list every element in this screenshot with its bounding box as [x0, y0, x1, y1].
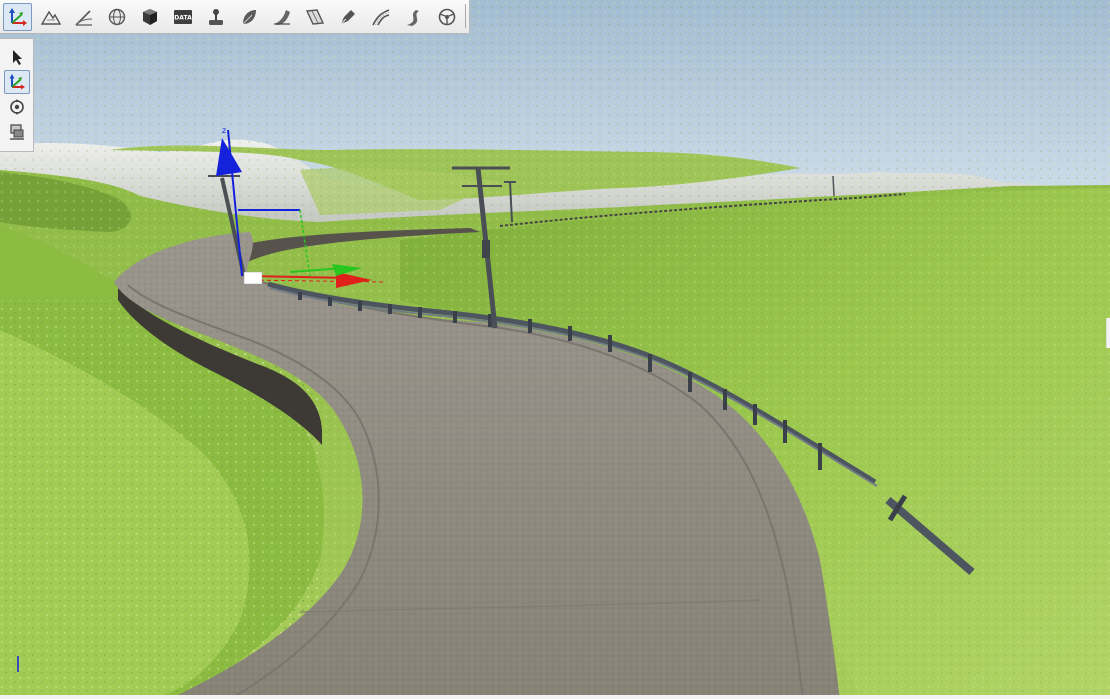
pen-icon [340, 9, 355, 24]
toolbar-move-gizmo-button[interactable] [3, 2, 32, 31]
toolbar-joystick-button[interactable] [201, 3, 230, 31]
side-rotate-gizmo-button[interactable] [4, 95, 30, 119]
scene-viewport[interactable]: z [0, 0, 1110, 699]
toolbar-curve-road-button[interactable] [366, 3, 395, 31]
side-scale-gizmo-button[interactable] [4, 120, 30, 144]
toolbar-bridge-button[interactable] [300, 3, 329, 31]
toolbar-cube-button[interactable] [135, 3, 164, 31]
side-move-gizmo-button[interactable] [3, 70, 30, 94]
s-curve-icon [406, 9, 419, 26]
right-panel-edge[interactable] [1106, 318, 1110, 348]
toolbar-terrain-button[interactable] [36, 3, 65, 31]
scene-render: z [0, 0, 1110, 699]
toolbar-leaf-button[interactable] [234, 3, 263, 31]
toolbar-road-edit-button[interactable] [69, 3, 98, 31]
joystick-icon [208, 8, 223, 25]
side-toolbar [0, 38, 34, 152]
main-toolbar: DATA [0, 0, 470, 34]
data-icon: DATA [173, 9, 192, 24]
ramp-icon [273, 9, 290, 25]
move-gizmo-icon [8, 7, 27, 26]
rotate-gizmo-icon [9, 99, 24, 115]
toolbar-s-curve-button[interactable] [399, 3, 428, 31]
bridge-icon [305, 8, 324, 25]
side-pointer-button[interactable] [4, 45, 30, 69]
svg-text:DATA: DATA [174, 14, 192, 21]
cube-icon [142, 8, 157, 25]
toolbar-data-button[interactable]: DATA [168, 3, 197, 31]
globe-icon [108, 8, 125, 25]
road-edit-icon [74, 9, 92, 26]
move-gizmo-icon [9, 74, 25, 90]
leaf-icon [242, 9, 256, 24]
steering-wheel-icon [438, 8, 455, 25]
toolbar-pen-button[interactable] [333, 3, 362, 31]
pointer-icon [12, 50, 22, 65]
svg-text:z: z [222, 126, 226, 135]
toolbar-ramp-button[interactable] [267, 3, 296, 31]
status-strip [0, 695, 1110, 699]
curve-road-icon [371, 8, 389, 25]
toolbar-globe-button[interactable] [102, 3, 131, 31]
toolbar-resize-grip[interactable] [465, 4, 469, 28]
scale-gizmo-icon [9, 124, 24, 140]
terrain-icon [40, 10, 61, 25]
toolbar-steering-wheel-button[interactable] [432, 3, 461, 31]
